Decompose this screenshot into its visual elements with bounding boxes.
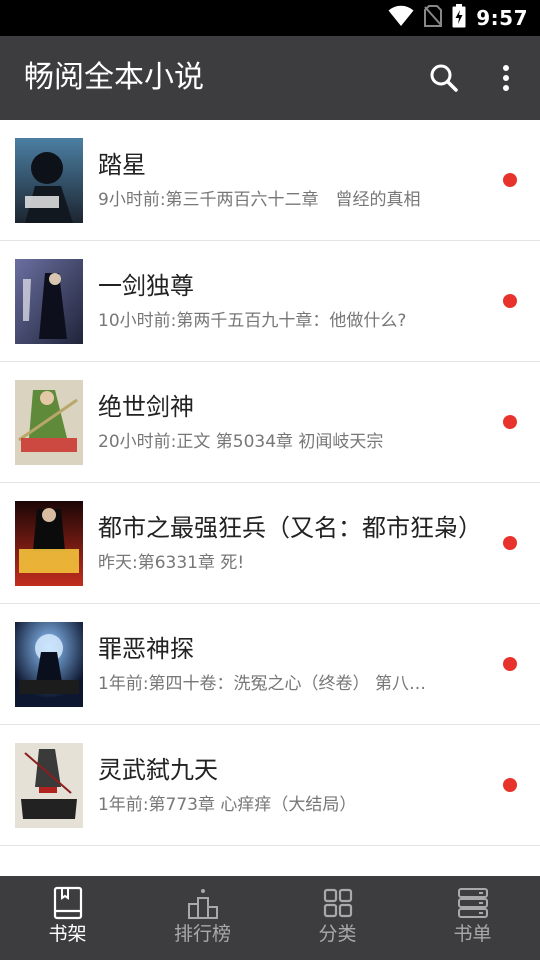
book-title: 绝世剑神 [98, 393, 194, 421]
battery-charging-icon [452, 4, 466, 32]
nav-tab-ranking[interactable]: 排行榜 [135, 876, 270, 960]
book-cover [15, 622, 83, 707]
latest-chapter: 20小时前:正文 第5034章 初闻岐天宗 [98, 432, 384, 452]
nav-label: 书架 [48, 923, 87, 945]
category-grid-icon [323, 888, 352, 918]
bottom-navigation: 书架 排行榜 分类 书单 [0, 876, 540, 960]
app-title: 畅阅全本小说 [24, 60, 204, 95]
app-bar: 畅阅全本小说 [0, 36, 540, 120]
book-cover [15, 138, 83, 223]
more-options-button[interactable] [488, 58, 524, 98]
book-title: 都市之最强狂兵（又名：都市狂枭） [98, 514, 482, 542]
book-title: 踏星 [98, 151, 146, 179]
bookshelf-icon [53, 886, 82, 920]
book-list-item[interactable]: 灵武弑九天 1年前:第773章 心痒痒（大结局） [0, 725, 540, 846]
book-cover [15, 380, 83, 465]
search-icon [430, 64, 458, 92]
bookshelf-list[interactable]: 踏星 9小时前:第三千两百六十二章 曾经的真相 一剑独尊 10小时前:第两千五百… [0, 120, 540, 876]
book-title: 罪恶神探 [98, 635, 194, 663]
latest-chapter: 昨天:第6331章 死! [98, 553, 245, 573]
latest-chapter: 1年前:第四十卷：洗冤之心（终卷） 第八章 终局 [98, 674, 438, 694]
latest-chapter: 1年前:第773章 心痒痒（大结局） [98, 795, 357, 815]
nav-tab-category[interactable]: 分类 [270, 876, 405, 960]
search-button[interactable] [424, 58, 464, 98]
nav-label: 书单 [453, 923, 492, 945]
nav-label: 排行榜 [173, 923, 231, 945]
more-vert-icon [503, 65, 509, 91]
unread-indicator [503, 294, 517, 308]
unread-indicator [503, 778, 517, 792]
ranking-podium-icon [187, 889, 218, 919]
unread-indicator [503, 657, 517, 671]
wifi-icon [388, 5, 414, 31]
latest-chapter: 10小时前:第两千五百九十章：他做什么? [98, 311, 407, 331]
book-list-item[interactable]: 踏星 9小时前:第三千两百六十二章 曾经的真相 [0, 120, 540, 241]
latest-chapter: 9小时前:第三千两百六十二章 曾经的真相 [98, 190, 421, 210]
book-title: 一剑独尊 [98, 272, 194, 300]
unread-indicator [503, 536, 517, 550]
nav-tab-bookshelf[interactable]: 书架 [0, 876, 135, 960]
nav-label: 分类 [318, 923, 357, 945]
nav-tab-booklist[interactable]: 书单 [405, 876, 540, 960]
book-list-item[interactable]: 罪恶神探 1年前:第四十卷：洗冤之心（终卷） 第八章 终局 [0, 604, 540, 725]
book-cover [15, 743, 83, 828]
status-time: 9:57 [476, 6, 528, 30]
book-list-item[interactable]: 一剑独尊 10小时前:第两千五百九十章：他做什么? [0, 241, 540, 362]
status-icons: 9:57 [388, 0, 528, 36]
status-bar: 9:57 [0, 0, 540, 36]
unread-indicator [503, 415, 517, 429]
book-title: 灵武弑九天 [98, 756, 218, 784]
book-list-item[interactable]: 都市之最强狂兵（又名：都市狂枭） 昨天:第6331章 死! [0, 483, 540, 604]
book-list-item[interactable]: 绝世剑神 20小时前:正文 第5034章 初闻岐天宗 [0, 362, 540, 483]
no-sim-icon [424, 5, 443, 31]
unread-indicator [503, 173, 517, 187]
book-cover [15, 259, 83, 344]
booklist-stack-icon [457, 888, 488, 918]
book-cover [15, 501, 83, 586]
